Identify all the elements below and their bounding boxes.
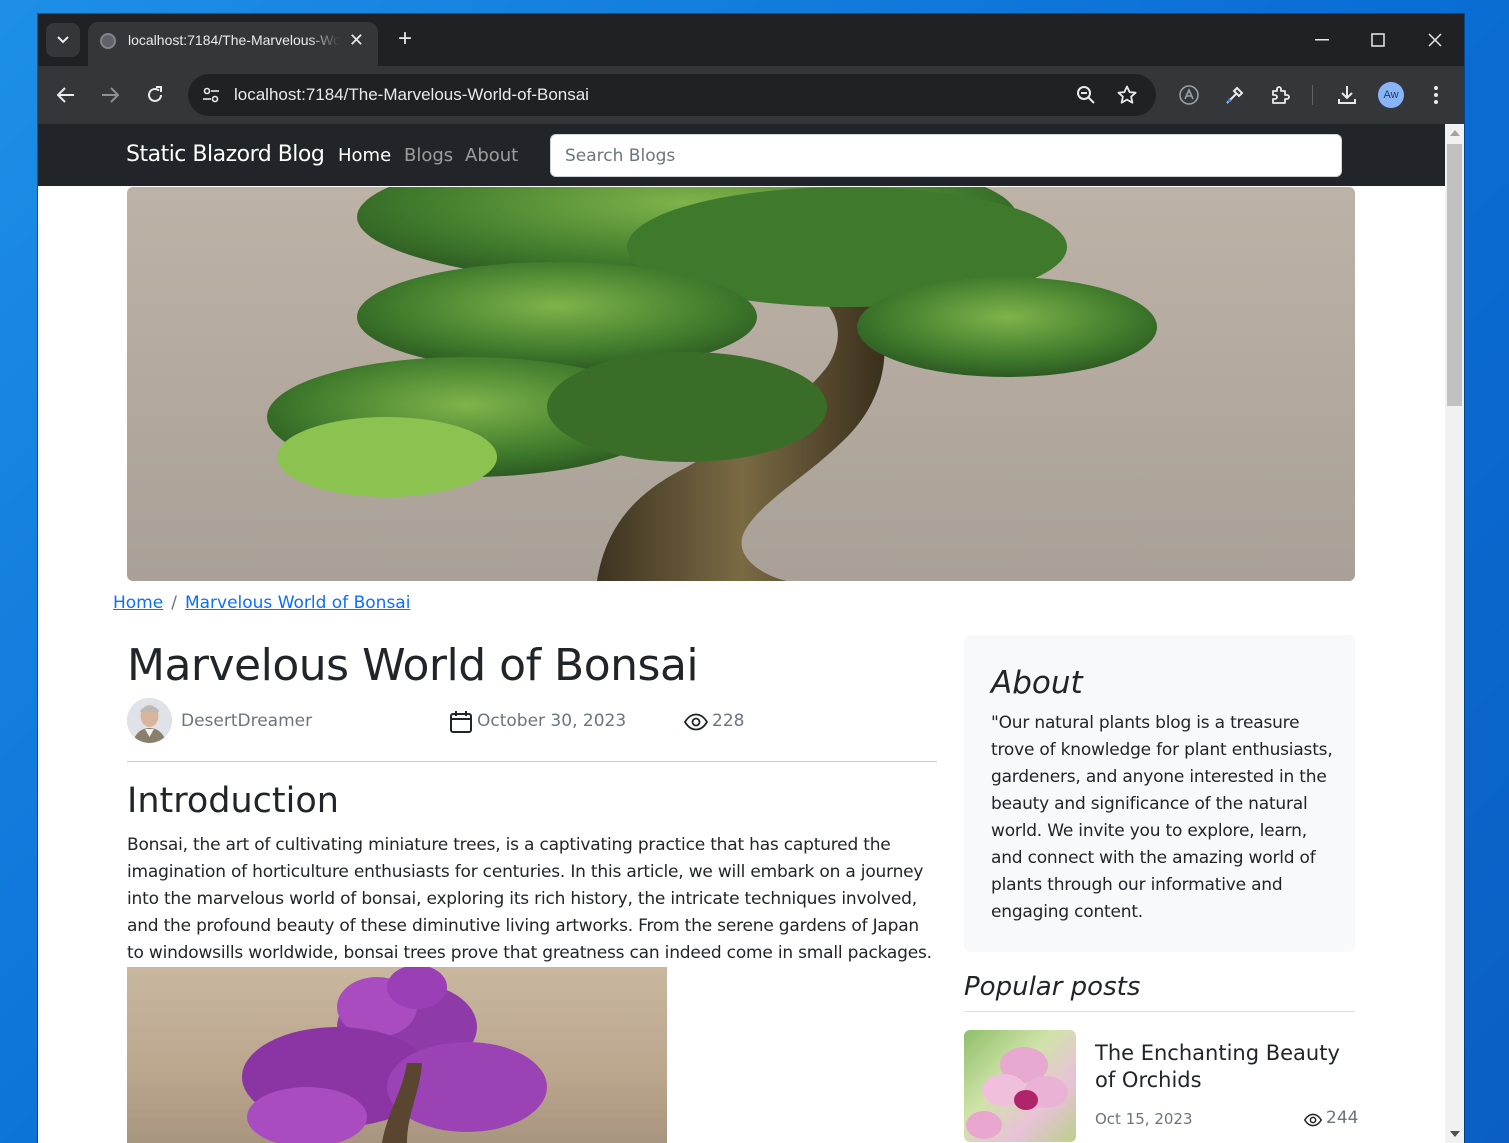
intro-paragraph: Bonsai, the art of cultivating miniature… [127, 835, 932, 963]
reload-icon [148, 86, 162, 102]
translate-button[interactable] [1175, 81, 1203, 109]
chevron-down-icon [57, 36, 69, 44]
calendar-icon [450, 711, 472, 733]
forward-button[interactable] [94, 79, 126, 111]
flowering-bonsai-illustration [242, 967, 547, 1143]
close-window-button[interactable] [1420, 26, 1450, 54]
article-image [127, 967, 667, 1143]
profile-button[interactable]: Aw [1378, 82, 1404, 108]
site-info-button[interactable] [198, 82, 224, 108]
tab-close-button[interactable]: ✕ [349, 30, 364, 50]
section-heading: Introduction [127, 781, 339, 821]
zoom-icon [1077, 86, 1095, 104]
nav-link-about[interactable]: About [465, 145, 518, 166]
extensions-button[interactable] [1266, 81, 1294, 109]
nav-link-blogs[interactable]: Blogs [404, 145, 453, 166]
search-input[interactable] [550, 134, 1342, 177]
maximize-button[interactable] [1363, 26, 1393, 54]
download-icon [1338, 86, 1356, 104]
site-brand[interactable]: Static Blazord Blog [126, 142, 325, 167]
tune-icon [203, 87, 219, 103]
orchid-illustration [966, 1047, 1068, 1139]
active-tab[interactable]: localhost:7184/The-Marvelous-World-of-Bo… [88, 22, 378, 66]
scroll-up-arrow[interactable] [1450, 130, 1460, 136]
browser-window: localhost:7184/The-Marvelous-World-of-Bo… [38, 14, 1464, 1143]
article-meta: DesertDreamer October 30, 2023 228 [127, 698, 937, 746]
scroll-thumb[interactable] [1447, 144, 1462, 406]
author-name[interactable]: DesertDreamer [181, 711, 312, 731]
url-text[interactable]: localhost:7184/The-Marvelous-World-of-Bo… [234, 85, 589, 105]
new-tab-button[interactable]: + [392, 26, 418, 52]
view-count: 228 [712, 711, 745, 731]
minimize-button[interactable] [1307, 26, 1337, 54]
post-thumbnail[interactable] [964, 1030, 1076, 1142]
breadcrumb-home-link[interactable]: Home [113, 593, 163, 613]
zoom-button[interactable] [1074, 83, 1098, 107]
post-title[interactable]: The Enchanting Beauty of Orchids [1095, 1040, 1359, 1094]
tab-strip: localhost:7184/The-Marvelous-World-of-Bo… [38, 14, 1464, 66]
minimize-icon [1315, 39, 1329, 41]
eye-icon [1304, 1113, 1322, 1127]
eyedropper-button[interactable] [1221, 81, 1249, 109]
bonsai-tree-illustration [267, 187, 1157, 581]
tab-search-button[interactable] [46, 23, 80, 57]
author-avatar[interactable] [127, 698, 172, 743]
eye-icon [684, 713, 708, 731]
hero-image [127, 187, 1355, 581]
eyedropper-icon [1226, 86, 1244, 104]
globe-icon [100, 33, 116, 49]
close-icon [1428, 33, 1442, 47]
maximize-icon [1371, 33, 1385, 47]
author-portrait [127, 698, 172, 743]
arrow-right-icon [102, 87, 119, 103]
vertical-scrollbar[interactable] [1445, 124, 1464, 1143]
meta-divider [127, 761, 937, 762]
translate-icon [1179, 85, 1199, 105]
site-navbar: Static Blazord Blog Home Blogs About [38, 124, 1445, 186]
kebab-menu-icon [1434, 86, 1438, 104]
breadcrumb-current-link[interactable]: Marvelous World of Bonsai [185, 593, 411, 613]
nav-link-home[interactable]: Home [338, 145, 391, 166]
popular-post-card[interactable]: The Enchanting Beauty of Orchids Oct 15,… [964, 1030, 1359, 1143]
bookmark-button[interactable] [1115, 83, 1139, 107]
puzzle-icon [1272, 86, 1290, 104]
browser-menu-button[interactable] [1422, 81, 1450, 109]
breadcrumb-separator: / [171, 593, 177, 613]
popular-divider [964, 1011, 1355, 1012]
publish-date: October 30, 2023 [477, 711, 627, 731]
about-card: About "Our natural plants blog is a trea… [964, 635, 1355, 952]
post-view-count: 244 [1326, 1108, 1359, 1128]
tab-title: localhost:7184/The-Marvelous-World-of-Bo… [128, 32, 340, 48]
article-title: Marvelous World of Bonsai [127, 640, 699, 691]
back-button[interactable] [50, 79, 82, 111]
popular-posts-title: Popular posts [964, 972, 1141, 1002]
star-icon [1117, 85, 1137, 104]
post-date: Oct 15, 2023 [1095, 1110, 1193, 1128]
about-title: About [991, 665, 1083, 701]
arrow-left-icon [57, 87, 74, 103]
scroll-down-arrow[interactable] [1450, 1131, 1460, 1137]
browser-toolbar: localhost:7184/The-Marvelous-World-of-Bo… [38, 66, 1464, 124]
page-viewport: Static Blazord Blog Home Blogs About Sea… [38, 124, 1464, 1143]
address-bar[interactable]: localhost:7184/The-Marvelous-World-of-Bo… [188, 74, 1156, 116]
toolbar-divider [1312, 85, 1313, 105]
breadcrumb: Home / Marvelous World of Bonsai [113, 593, 410, 613]
downloads-button[interactable] [1333, 81, 1361, 109]
about-text: "Our natural plants blog is a treasure t… [991, 713, 1333, 922]
reload-button[interactable] [139, 79, 171, 111]
